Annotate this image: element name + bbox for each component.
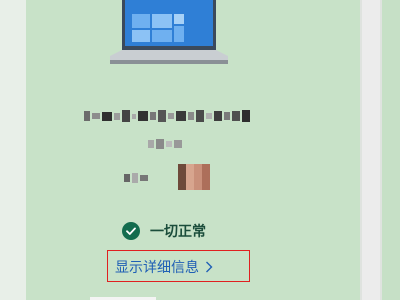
scrollbar-thumb[interactable] — [362, 0, 380, 300]
left-panel-edge — [0, 0, 26, 300]
show-details-label: 显示详细信息 — [115, 260, 199, 276]
show-details-link[interactable]: 显示详细信息 — [115, 257, 213, 277]
laptop-icon — [110, 0, 228, 64]
user-avatar-redacted — [178, 164, 210, 190]
chevron-right-icon — [206, 261, 213, 273]
pc-health-panel: 一切正常 显示详细信息 — [0, 0, 400, 300]
device-detail-redacted — [124, 173, 148, 183]
status-text: 一切正常 — [150, 224, 206, 240]
device-subtitle-redacted — [148, 139, 182, 149]
device-name-redacted — [84, 110, 250, 122]
status-row: 一切正常 — [122, 221, 206, 241]
check-circle-icon — [122, 222, 140, 240]
right-gutter — [382, 0, 400, 300]
